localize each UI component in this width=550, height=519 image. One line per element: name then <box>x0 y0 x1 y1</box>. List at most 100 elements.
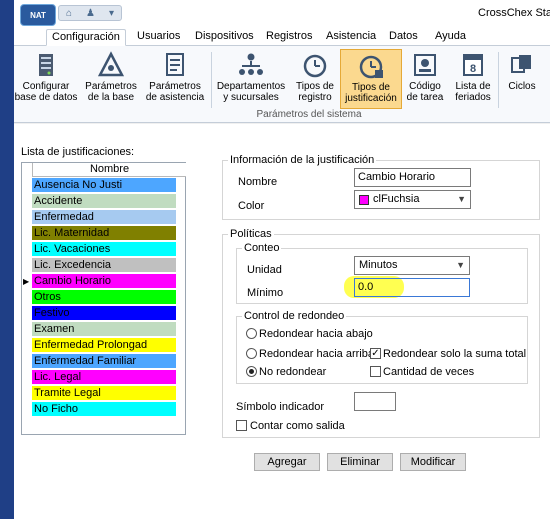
policies-legend: Políticas <box>230 228 272 240</box>
tab-datos[interactable]: Datos <box>384 29 423 46</box>
round-up-radio[interactable] <box>246 348 257 359</box>
departments-label: Departamentos y sucursales <box>216 81 286 103</box>
configure-database-button[interactable]: Configurar base de datos <box>14 49 78 109</box>
clock-icon <box>301 51 329 79</box>
tab-registros[interactable]: Registros <box>261 29 317 46</box>
unit-label: Unidad <box>247 264 282 276</box>
justification-types-button[interactable]: Tipos de justificación <box>340 49 402 109</box>
round-down-label: Redondear hacia abajo <box>259 328 373 340</box>
justification-info-legend: Información de la justificación <box>230 154 375 166</box>
symbol-label: Símbolo indicador <box>236 401 325 413</box>
list-item[interactable]: Enfermedad Familiar <box>32 354 176 369</box>
ribbon-group-label: Parámetros del sistema <box>256 109 362 120</box>
task-code-button[interactable]: Código de tarea <box>404 49 446 109</box>
count-as-exit-checkbox[interactable] <box>236 420 247 431</box>
database-params-label: Parámetros de la base <box>85 81 137 103</box>
window-title: CrossChex Standa <box>478 7 550 19</box>
modify-button[interactable]: Modificar <box>400 453 466 471</box>
holiday-list-button[interactable]: 8 Lista de feriados <box>450 49 496 109</box>
list-item[interactable]: Enfermedad Prolongad <box>32 338 176 353</box>
tab-ayuda[interactable]: Ayuda <box>430 29 471 46</box>
no-round-radio[interactable] <box>246 366 257 377</box>
ribbon-tabs: Configuración Usuarios Dispositivos Regi… <box>14 26 550 46</box>
calendar-badge: 8 <box>470 63 476 75</box>
name-label: Nombre <box>238 176 278 188</box>
color-select-value: clFuchsia <box>373 193 420 205</box>
delete-button[interactable]: Eliminar <box>327 453 393 471</box>
add-button[interactable]: Agregar <box>254 453 320 471</box>
attendance-params-button[interactable]: Parámetros de asistencia <box>142 49 208 109</box>
database-icon <box>32 51 60 79</box>
home-icon[interactable]: ⌂ <box>66 8 72 19</box>
main-content: Lista de justificaciones: Nombre Ausenci… <box>14 124 550 519</box>
justification-clock-icon <box>357 52 385 80</box>
color-select[interactable]: clFuchsia ▼ <box>354 190 471 209</box>
title-bar: NAT ⌂ ♟ ▾ CrossChex Standa <box>14 0 550 26</box>
round-up-label: Redondear hacia arriba <box>259 348 374 360</box>
configure-database-label: Configurar base de datos <box>14 81 78 103</box>
list-item[interactable]: Enfermedad <box>32 210 176 225</box>
count-times-checkbox[interactable] <box>370 366 381 377</box>
list-item[interactable]: Lic. Maternidad <box>32 226 176 241</box>
ribbon-panel: Configurar base de datos Parámetros de l… <box>14 46 550 123</box>
tab-asistencia[interactable]: Asistencia <box>321 29 381 46</box>
round-total-label: Redondear solo la suma total <box>383 348 527 360</box>
settings-icon <box>97 51 125 79</box>
list-item[interactable]: No Ficho <box>32 402 176 417</box>
list-item[interactable]: Lic. Legal <box>32 370 176 385</box>
count-as-exit-label: Contar como salida <box>250 420 345 432</box>
row-selected-indicator-icon: ▶ <box>23 277 30 286</box>
list-item[interactable]: Accidente <box>32 194 176 209</box>
ribbon-separator <box>211 52 212 108</box>
record-types-label: Tipos de registro <box>296 81 334 103</box>
app-logo[interactable]: NAT <box>20 4 56 26</box>
list-item[interactable]: Lic. Vacaciones <box>32 242 176 257</box>
list-item[interactable]: Ausencia No Justi <box>32 178 176 193</box>
record-types-button[interactable]: Tipos de registro <box>290 49 340 109</box>
list-item[interactable]: Otros <box>32 290 176 305</box>
database-params-button[interactable]: Parámetros de la base <box>82 49 140 109</box>
name-field[interactable]: Cambio Horario <box>354 168 471 187</box>
list-item[interactable]: Lic. Excedencia <box>32 258 176 273</box>
justification-types-label: Tipos de justificación <box>345 82 397 104</box>
holiday-list-label: Lista de feriados <box>455 81 491 103</box>
departments-button[interactable]: Departamentos y sucursales <box>216 49 286 109</box>
attendance-params-label: Parámetros de asistencia <box>145 81 205 103</box>
minimum-field[interactable]: 0.0 <box>354 278 470 297</box>
list-item[interactable]: Cambio Horario <box>32 274 176 289</box>
round-down-radio[interactable] <box>246 328 257 339</box>
list-item[interactable]: Examen <box>32 322 176 337</box>
round-total-checkbox[interactable]: ✓ <box>370 348 381 359</box>
count-times-label: Cantidad de veces <box>383 366 475 378</box>
task-code-icon <box>411 51 439 79</box>
attendance-params-icon <box>161 51 189 79</box>
ribbon-separator <box>498 52 499 108</box>
chevron-down-icon[interactable]: ▼ <box>456 260 465 270</box>
tab-configuracion[interactable]: Configuración <box>46 29 126 46</box>
minimum-label: Mínimo <box>247 287 284 299</box>
org-chart-icon <box>237 51 265 79</box>
chevron-down-icon[interactable]: ▼ <box>457 194 466 204</box>
no-round-label: No redondear <box>259 366 327 378</box>
list-item[interactable]: Tramite Legal <box>32 386 176 401</box>
justification-list[interactable]: Nombre Ausencia No Justi Accidente Enferme… <box>21 162 186 435</box>
users-icon[interactable]: ♟ <box>86 8 95 19</box>
cycles-label: Ciclos <box>508 81 536 92</box>
color-swatch <box>359 195 369 205</box>
tab-dispositivos[interactable]: Dispositivos <box>190 29 259 46</box>
left-window-edge <box>0 0 14 519</box>
calendar-icon: 8 <box>459 51 487 79</box>
cycles-icon <box>508 51 536 79</box>
cycles-button[interactable]: Ciclos <box>502 49 542 109</box>
symbol-field[interactable] <box>354 392 396 411</box>
count-legend: Conteo <box>244 242 280 254</box>
quick-access-toolbar: ⌂ ♟ ▾ <box>58 5 122 21</box>
color-label: Color <box>238 200 265 212</box>
tab-usuarios[interactable]: Usuarios <box>132 29 185 46</box>
column-header-name[interactable]: Nombre <box>32 163 186 177</box>
dropdown-icon[interactable]: ▾ <box>109 8 114 19</box>
list-item[interactable]: Festivo <box>32 306 176 321</box>
unit-select[interactable]: Minutos ▼ <box>354 256 470 275</box>
task-code-label: Código de tarea <box>406 81 444 103</box>
rounding-legend: Control de redondeo <box>244 310 345 322</box>
